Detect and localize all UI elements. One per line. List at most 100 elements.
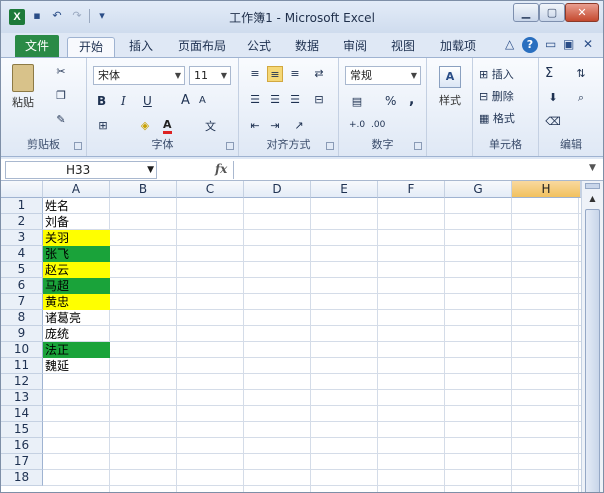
tab-review[interactable]: 审阅 bbox=[337, 37, 373, 57]
wrap-text-icon[interactable]: ⇄ bbox=[311, 66, 327, 82]
tab-file[interactable]: 文件 bbox=[15, 35, 59, 57]
format-painter-icon[interactable]: ✎ bbox=[53, 112, 69, 128]
column-header-c[interactable]: C bbox=[177, 181, 244, 198]
column-header-f[interactable]: F bbox=[378, 181, 445, 198]
merge-center-icon[interactable]: ⊟ bbox=[311, 92, 327, 108]
cell-a1[interactable]: 姓名 bbox=[43, 198, 110, 214]
alignment-launcher[interactable] bbox=[326, 142, 334, 150]
cell-a4[interactable]: 张飞 bbox=[43, 246, 110, 262]
align-left-icon[interactable]: ☰ bbox=[247, 92, 263, 108]
italic-button[interactable]: I bbox=[121, 94, 126, 108]
row-header-10[interactable]: 10 bbox=[1, 342, 43, 358]
row-header-14[interactable]: 14 bbox=[1, 406, 43, 422]
format-cells-button[interactable]: ▦ 格式 bbox=[479, 110, 515, 126]
row-header-17[interactable]: 17 bbox=[1, 454, 43, 470]
tab-formulas[interactable]: 公式 bbox=[241, 37, 277, 57]
vertical-scrollbar[interactable]: ▲ bbox=[581, 181, 603, 492]
delete-cells-button[interactable]: ⊟ 删除 bbox=[479, 88, 514, 104]
expand-formula-bar-icon[interactable]: ▼ bbox=[589, 163, 596, 173]
column-header-a[interactable]: A bbox=[43, 181, 110, 198]
align-top-icon[interactable]: ≡ bbox=[247, 66, 263, 82]
row-header-13[interactable]: 13 bbox=[1, 390, 43, 406]
tab-data[interactable]: 数据 bbox=[289, 37, 325, 57]
restore-workbook-icon[interactable]: ▣ bbox=[563, 37, 574, 51]
cell-a9[interactable]: 庞统 bbox=[43, 326, 110, 342]
close-button[interactable]: ✕ bbox=[565, 3, 599, 22]
maximize-button[interactable]: ▢ bbox=[539, 3, 565, 22]
font-family-select[interactable]: 宋体 ▼ bbox=[93, 66, 185, 85]
split-handle[interactable] bbox=[585, 183, 600, 189]
clear-icon[interactable]: ⌫ bbox=[545, 114, 561, 130]
accounting-format-icon[interactable]: ▤ bbox=[349, 94, 365, 110]
borders-icon[interactable]: ⊞ bbox=[95, 118, 111, 134]
help-icon[interactable]: ? bbox=[522, 37, 538, 53]
align-middle-icon[interactable]: ≡ bbox=[267, 66, 283, 82]
cell-a11[interactable]: 魏延 bbox=[43, 358, 110, 374]
paste-button[interactable]: 粘贴 bbox=[7, 64, 39, 110]
font-size-select[interactable]: 11 ▼ bbox=[189, 66, 231, 85]
grow-font-button[interactable]: A bbox=[181, 93, 190, 108]
minimize-workbook-icon[interactable]: ▭ bbox=[545, 37, 556, 51]
decrease-decimal-icon[interactable]: .00 bbox=[371, 120, 385, 130]
fill-icon[interactable]: ⬇ bbox=[545, 90, 561, 106]
row-header-3[interactable]: 3 bbox=[1, 230, 43, 246]
cell-a10[interactable]: 法正 bbox=[43, 342, 110, 358]
row-header-12[interactable]: 12 bbox=[1, 374, 43, 390]
column-header-e[interactable]: E bbox=[311, 181, 378, 198]
align-bottom-icon[interactable]: ≡ bbox=[287, 66, 303, 82]
fill-color-icon[interactable]: ◈ bbox=[137, 118, 153, 134]
column-header-h[interactable]: H bbox=[512, 181, 581, 198]
row-header-11[interactable]: 11 bbox=[1, 358, 43, 374]
find-select-icon[interactable]: ⌕ bbox=[573, 90, 589, 106]
increase-decimal-icon[interactable]: +.0 bbox=[349, 120, 365, 130]
row-header-8[interactable]: 8 bbox=[1, 310, 43, 326]
number-launcher[interactable] bbox=[414, 142, 422, 150]
tab-view[interactable]: 视图 bbox=[385, 37, 421, 57]
row-header-5[interactable]: 5 bbox=[1, 262, 43, 278]
column-header-b[interactable]: B bbox=[110, 181, 177, 198]
scroll-thumb[interactable] bbox=[585, 209, 600, 492]
row-header-16[interactable]: 16 bbox=[1, 438, 43, 454]
copy-icon[interactable]: ❐ bbox=[53, 88, 69, 104]
column-header-g[interactable]: G bbox=[445, 181, 512, 198]
scroll-up-icon[interactable]: ▲ bbox=[585, 192, 600, 206]
orientation-icon[interactable]: ↗ bbox=[291, 118, 307, 134]
underline-button[interactable]: U bbox=[143, 94, 152, 108]
cell-a3[interactable]: 关羽 bbox=[43, 230, 110, 246]
sort-filter-icon[interactable]: ⇅ bbox=[573, 66, 589, 82]
decrease-indent-icon[interactable]: ⇤ bbox=[247, 118, 263, 134]
close-workbook-icon[interactable]: ✕ bbox=[583, 37, 593, 51]
row-header-2[interactable]: 2 bbox=[1, 214, 43, 230]
cell-a6[interactable]: 马超 bbox=[43, 278, 110, 294]
ribbon-collapse-icon[interactable]: △ bbox=[505, 37, 514, 51]
align-right-icon[interactable]: ☰ bbox=[287, 92, 303, 108]
clipboard-launcher[interactable] bbox=[74, 142, 82, 150]
shrink-font-button[interactable]: A bbox=[199, 95, 206, 106]
row-header-15[interactable]: 15 bbox=[1, 422, 43, 438]
phonetic-guide-icon[interactable]: 文 bbox=[205, 118, 216, 134]
cell-a7[interactable]: 黄忠 bbox=[43, 294, 110, 310]
insert-function-icon[interactable]: fx bbox=[215, 162, 227, 176]
cut-icon[interactable]: ✂ bbox=[53, 64, 69, 80]
percent-style-button[interactable]: % bbox=[385, 94, 396, 108]
row-header-1[interactable]: 1 bbox=[1, 198, 43, 214]
column-header-d[interactable]: D bbox=[244, 181, 311, 198]
autosum-button[interactable]: Σ bbox=[545, 66, 553, 81]
select-all-corner[interactable] bbox=[1, 181, 43, 198]
row-header-6[interactable]: 6 bbox=[1, 278, 43, 294]
formula-input[interactable] bbox=[233, 161, 583, 179]
font-launcher[interactable] bbox=[226, 142, 234, 150]
tab-page-layout[interactable]: 页面布局 bbox=[171, 37, 233, 57]
insert-cells-button[interactable]: ⊞ 插入 bbox=[479, 66, 514, 82]
increase-indent-icon[interactable]: ⇥ bbox=[267, 118, 283, 134]
align-center-icon[interactable]: ☰ bbox=[267, 92, 283, 108]
styles-button[interactable]: A 样式 bbox=[433, 66, 467, 108]
row-header-7[interactable]: 7 bbox=[1, 294, 43, 310]
row-header-9[interactable]: 9 bbox=[1, 326, 43, 342]
tab-insert[interactable]: 插入 bbox=[123, 37, 159, 57]
bold-button[interactable]: B bbox=[97, 94, 106, 108]
row-header-18[interactable]: 18 bbox=[1, 470, 43, 486]
comma-style-button[interactable]: , bbox=[409, 92, 414, 108]
tab-addins[interactable]: 加载项 bbox=[433, 37, 483, 57]
cell-a2[interactable]: 刘备 bbox=[43, 214, 110, 230]
